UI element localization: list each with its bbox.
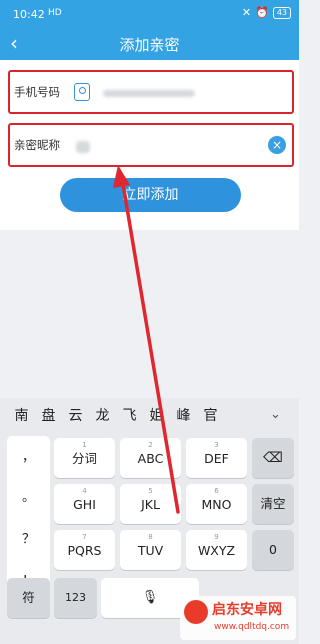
vibrate-icon: ✕: [241, 6, 252, 19]
key-label: 符: [22, 590, 35, 605]
contact-book-icon[interactable]: [74, 83, 90, 101]
key-6[interactable]: 6 MNO: [186, 484, 247, 524]
watermark-url: www.qdltdq.com: [214, 622, 290, 632]
key-label: 清空: [260, 496, 286, 511]
candidate[interactable]: 云: [62, 405, 89, 425]
alarm-icon: ⏰: [255, 6, 269, 19]
status-time: 10:42: [13, 8, 45, 21]
backspace-key[interactable]: ⌫: [252, 438, 294, 478]
key-label: 0: [269, 542, 277, 557]
nickname-field[interactable]: 亲密昵称 ×: [8, 123, 294, 167]
candidate[interactable]: 龙: [89, 405, 116, 425]
key-label: DEF: [204, 451, 229, 466]
key-digit: 5: [148, 487, 153, 495]
phone-value-redacted: [103, 90, 195, 97]
key-label: JKL: [141, 497, 160, 512]
key-label: WXYZ: [197, 543, 236, 558]
key-1[interactable]: 1 分词: [54, 438, 115, 478]
symbol-key[interactable]: 符: [7, 578, 50, 618]
number-mode-key[interactable]: 123: [54, 578, 97, 618]
key-digit: 6: [214, 487, 219, 495]
key-3[interactable]: 3 DEF: [186, 438, 247, 478]
key-label: 123: [65, 591, 86, 604]
nickname-label: 亲密昵称: [14, 138, 60, 152]
key-7[interactable]: 7 PQRS: [54, 530, 115, 570]
key-digit: 1: [82, 441, 87, 449]
punct-key[interactable]: ，: [7, 446, 50, 465]
key-label: TUV: [137, 543, 164, 558]
signal-indicator: HD: [48, 8, 62, 18]
candidate-bar: 南 盘 云 龙 飞 姐 峰 官 ⌄: [0, 398, 299, 432]
watermark: 启东安卓网 www.qdltdq.com: [180, 596, 296, 640]
candidate[interactable]: 峰: [170, 405, 197, 425]
key-label: MNO: [201, 497, 232, 512]
key-2[interactable]: 2 ABC: [120, 438, 181, 478]
key-label: GHI: [73, 497, 96, 512]
nav-bar: ‹ 添加亲密: [0, 28, 299, 60]
nickname-value-redacted: [76, 141, 90, 153]
key-9[interactable]: 9 WXYZ: [186, 530, 247, 570]
battery-icon: 43: [272, 6, 291, 19]
key-digit: 7: [82, 533, 87, 541]
key-4[interactable]: 4 GHI: [54, 484, 115, 524]
phone-label: 手机号码: [14, 85, 60, 99]
key-label: ABC: [137, 451, 164, 466]
watermark-title: 启东安卓网: [212, 602, 282, 618]
clear-key[interactable]: 清空: [252, 484, 294, 524]
key-label: 分词: [71, 451, 97, 466]
punct-key[interactable]: 。: [7, 486, 50, 505]
candidate[interactable]: 盘: [35, 405, 62, 425]
key-label: PQRS: [67, 543, 102, 558]
key-digit: 2: [148, 441, 153, 449]
watermark-logo-icon: [184, 600, 208, 624]
key-5[interactable]: 5 JKL: [120, 484, 181, 524]
key-digit: 3: [214, 441, 219, 449]
status-icons: ✕ ⏰ 43: [242, 6, 291, 19]
key-digit: 9: [214, 533, 219, 541]
clear-input-icon[interactable]: ×: [268, 136, 286, 154]
punct-key[interactable]: ？: [7, 528, 50, 547]
key-digit: 4: [82, 487, 87, 495]
key-digit: 8: [148, 533, 153, 541]
key-8[interactable]: 8 TUV: [120, 530, 181, 570]
phone-field[interactable]: 手机号码: [8, 70, 294, 114]
submit-button[interactable]: 立即添加: [60, 178, 241, 212]
candidate[interactable]: 姐: [143, 405, 170, 425]
candidate[interactable]: 官: [197, 405, 224, 425]
candidate[interactable]: 南: [8, 405, 35, 425]
expand-candidates-icon[interactable]: ⌄: [262, 407, 289, 422]
key-0[interactable]: 0: [252, 530, 294, 570]
candidate[interactable]: 飞: [116, 405, 143, 425]
page-title: 添加亲密: [119, 36, 180, 54]
status-bar: 10:42 HD ✕ ⏰ 43: [0, 0, 299, 28]
backspace-icon: ⌫: [263, 450, 283, 466]
